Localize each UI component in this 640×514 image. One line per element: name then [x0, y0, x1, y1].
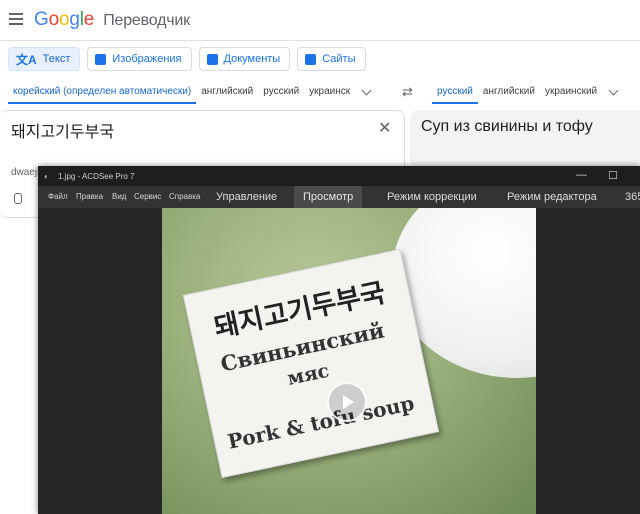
- website-icon: [305, 53, 317, 65]
- chevron-down-icon[interactable]: [361, 85, 372, 95]
- window-title: 1.jpg - ACDSee Pro 7: [58, 172, 135, 181]
- product-name: Переводчик: [103, 12, 190, 29]
- mode-view[interactable]: Просмотр: [294, 186, 363, 208]
- google-translate-logo[interactable]: Google Переводчик: [34, 9, 190, 31]
- mode-label: Текст: [42, 53, 71, 65]
- menu-view[interactable]: Вид: [112, 192, 126, 201]
- source-lang-ukrainian[interactable]: украинск: [304, 80, 355, 104]
- logo-letter: o: [58, 9, 70, 30]
- target-lang-russian[interactable]: русский: [432, 80, 478, 104]
- photo: 돼지고기두부국 Свиньинский мяс Pork & tofu soup: [162, 208, 536, 514]
- translation-output: Суп из свинины и тофу: [421, 118, 593, 135]
- menu-help[interactable]: Справка: [169, 192, 200, 201]
- image-icon: [95, 53, 107, 65]
- mode-edit[interactable]: Режим редактора: [498, 186, 606, 208]
- minimize-icon[interactable]: —: [576, 169, 587, 181]
- mode-images-button[interactable]: Изображения: [87, 47, 192, 71]
- target-language-bar: русский английский украинский: [432, 80, 625, 104]
- mode-documents-button[interactable]: Документы: [198, 47, 291, 71]
- translate-icon: 文A: [16, 52, 37, 67]
- swap-languages-icon[interactable]: ⇄: [402, 84, 413, 100]
- source-lang-russian[interactable]: русский: [258, 80, 304, 104]
- menu-file[interactable]: Файл: [48, 192, 68, 201]
- transliteration: dwaeji: [11, 167, 40, 178]
- target-lang-english[interactable]: английский: [478, 80, 540, 104]
- mode-label: Сайты: [322, 53, 356, 65]
- mode-text-button[interactable]: 文A Текст: [8, 47, 81, 71]
- mode-365[interactable]: 365: [616, 186, 640, 208]
- menu-edit[interactable]: Правка: [76, 192, 103, 201]
- app-icon: ◐: [44, 172, 49, 181]
- microphone-icon[interactable]: [14, 193, 22, 204]
- chevron-down-icon[interactable]: [608, 85, 619, 95]
- mode-develop[interactable]: Режим коррекции: [378, 186, 486, 208]
- play-icon[interactable]: [327, 382, 367, 422]
- mode-manage[interactable]: Управление: [207, 186, 286, 208]
- source-language-bar: корейский (определен автоматически) англ…: [8, 80, 378, 104]
- logo-letter: e: [83, 9, 95, 30]
- document-icon: [206, 53, 218, 65]
- mode-label: Документы: [223, 53, 281, 65]
- mode-sites-button[interactable]: Сайты: [297, 47, 366, 71]
- acdsee-title-bar: ◐ 1.jpg - ACDSee Pro 7 — ☐: [38, 166, 640, 186]
- source-lang-detected[interactable]: корейский (определен автоматически): [8, 80, 197, 104]
- logo-letter: G: [34, 9, 49, 30]
- menu-tools[interactable]: Сервис: [134, 192, 161, 201]
- image-viewer: 돼지고기두부국 Свиньинский мяс Pork & tofu soup: [38, 208, 640, 514]
- source-text-input[interactable]: 돼지고기두부국: [11, 118, 114, 142]
- target-lang-ukrainian[interactable]: украинский: [540, 80, 602, 104]
- menu-icon[interactable]: [9, 13, 23, 25]
- close-icon[interactable]: ✕: [378, 118, 391, 138]
- logo-letter: g: [69, 9, 80, 30]
- acdsee-window: ◐ 1.jpg - ACDSee Pro 7 — ☐ Файл Правка В…: [38, 166, 640, 514]
- mode-tabs: 文A Текст Изображения Документы Сайты: [8, 47, 366, 71]
- source-lang-english[interactable]: английский: [196, 80, 258, 104]
- translate-header: Google Переводчик: [0, 0, 640, 41]
- logo-letter: o: [48, 9, 60, 30]
- maximize-icon[interactable]: ☐: [608, 169, 618, 182]
- mode-label: Изображения: [112, 53, 182, 65]
